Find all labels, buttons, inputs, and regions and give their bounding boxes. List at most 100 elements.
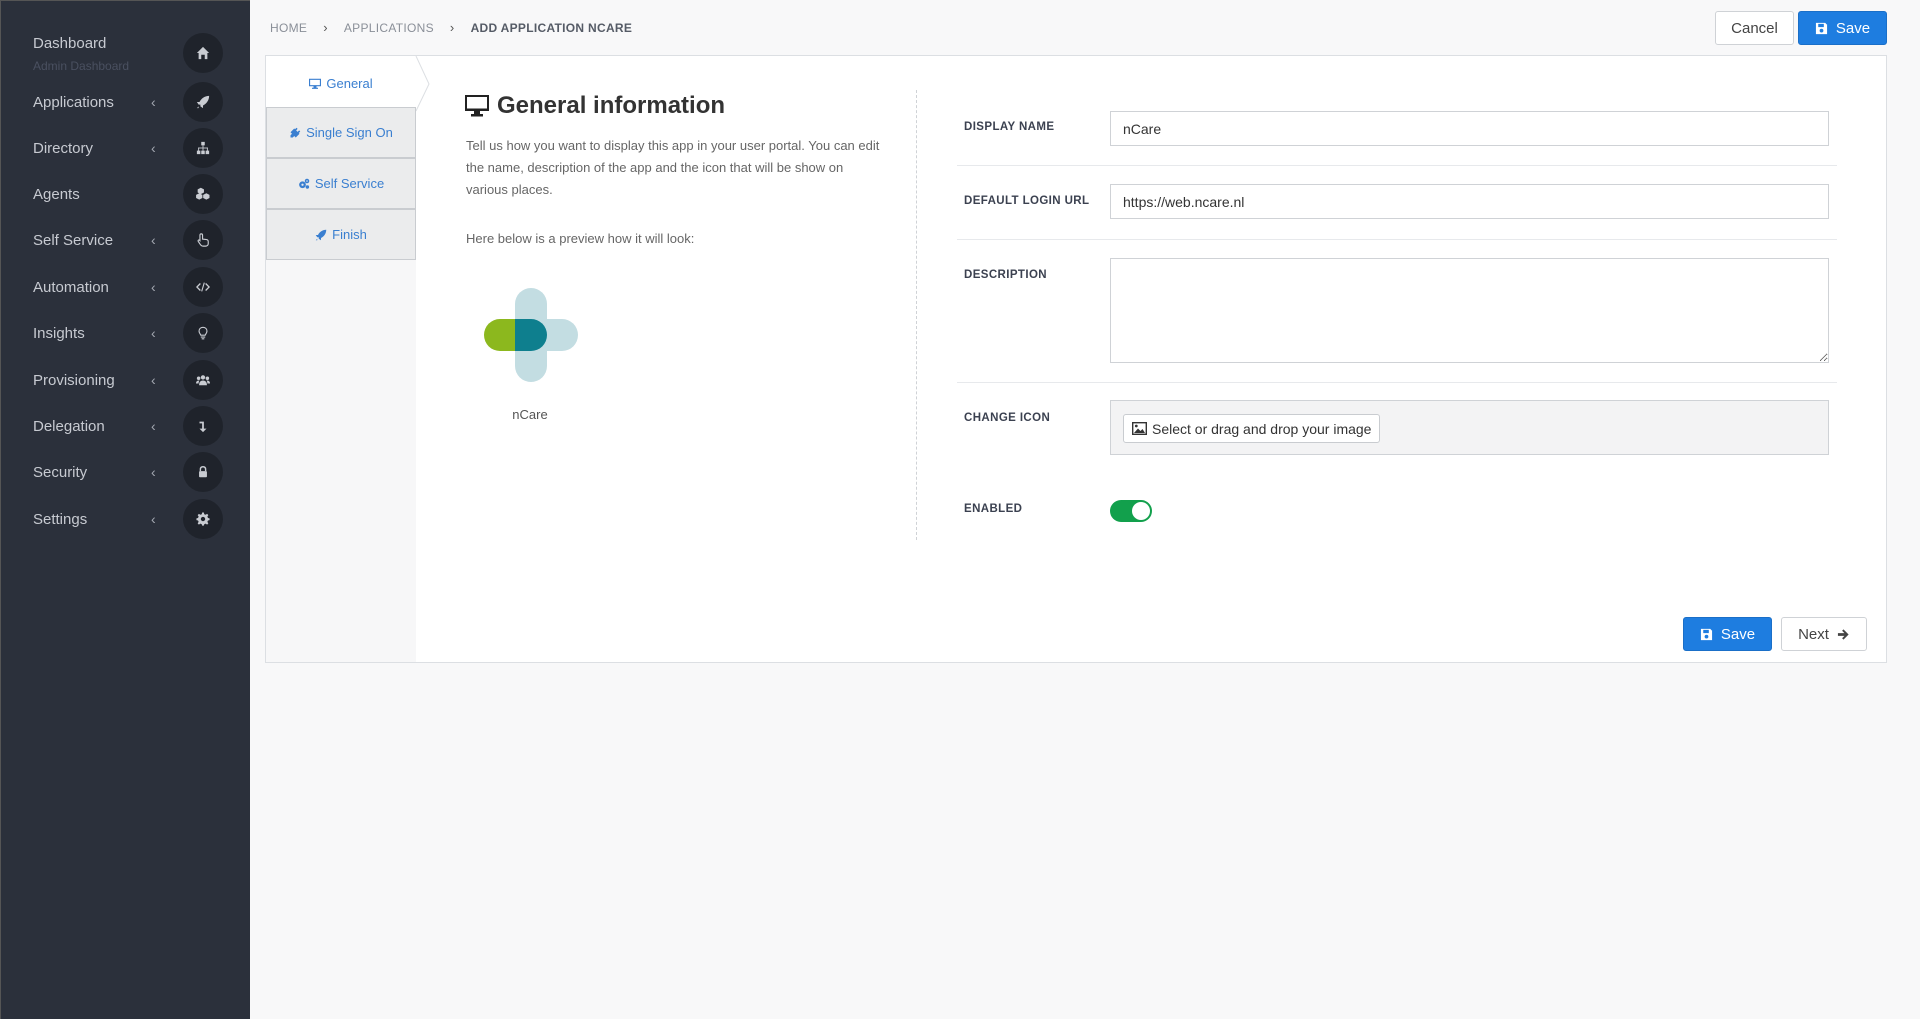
select-image-button[interactable]: Select or drag and drop your image xyxy=(1123,414,1381,443)
tab-general[interactable]: General xyxy=(266,56,416,111)
chevron-left-icon: ‹ xyxy=(151,464,156,480)
home-icon xyxy=(183,33,223,73)
chevron-left-icon: ‹ xyxy=(151,94,156,110)
sidebar-item-label: Dashboard xyxy=(33,35,107,52)
next-button-label: Next xyxy=(1798,625,1829,643)
display-name-label: DISPLAY NAME xyxy=(964,121,1055,133)
sidebar-item-insights[interactable]: Insights ‹ xyxy=(1,311,251,355)
users-icon xyxy=(183,360,223,400)
form-divider xyxy=(957,239,1837,240)
sidebar-item-label: Settings xyxy=(33,510,88,528)
sidebar-item-label: Self Service xyxy=(33,231,114,249)
sidebar-item-label: Applications xyxy=(33,93,114,111)
app-logo-preview xyxy=(484,288,578,382)
wizard-tabs: General Single Sign On Self Service Fini… xyxy=(266,56,430,662)
rocket-icon xyxy=(183,82,223,122)
chevron-left-icon: ‹ xyxy=(151,279,156,295)
section-title-text: General information xyxy=(497,92,726,119)
form-divider xyxy=(957,382,1837,383)
section-title: General information xyxy=(465,92,725,120)
rocket-icon xyxy=(315,229,327,240)
sidebar: Dashboard Admin Dashboard Applications ‹… xyxy=(0,0,250,1019)
lock-icon xyxy=(183,452,223,492)
sidebar-item-security[interactable]: Security ‹ xyxy=(1,450,251,494)
default-login-url-label: DEFAULT LOGIN URL xyxy=(964,195,1090,207)
arrow-right-icon xyxy=(1837,628,1849,640)
sidebar-item-sublabel: Admin Dashboard xyxy=(33,59,130,73)
breadcrumb-applications[interactable]: APPLICATIONS xyxy=(344,21,434,35)
icon-dropzone[interactable]: Select or drag and drop your image xyxy=(1110,400,1829,455)
cancel-button-label: Cancel xyxy=(1731,19,1778,37)
preview-note: Here below is a preview how it will look… xyxy=(466,231,695,246)
column-divider xyxy=(916,90,917,540)
enabled-toggle[interactable] xyxy=(1110,500,1152,522)
display-name-input[interactable] xyxy=(1110,111,1829,146)
save-button-label: Save xyxy=(1835,19,1871,37)
chevron-left-icon: ‹ xyxy=(151,511,156,527)
sidebar-item-label: Provisioning xyxy=(33,371,115,389)
sidebar-item-settings[interactable]: Settings ‹ xyxy=(1,497,251,541)
tab-label: Single Sign On xyxy=(306,125,393,140)
sidebar-item-automation[interactable]: Automation ‹ xyxy=(1,265,251,309)
breadcrumb-current: ADD APPLICATION NCARE xyxy=(470,20,633,35)
desktop-icon xyxy=(465,95,489,117)
sidebar-item-label: Delegation xyxy=(33,417,105,435)
image-icon xyxy=(1132,422,1147,435)
sidebar-item-applications[interactable]: Applications ‹ xyxy=(1,80,251,124)
chevron-left-icon: ‹ xyxy=(151,232,156,248)
chevron-right-icon: › xyxy=(323,20,328,35)
tab-label: General xyxy=(326,76,373,91)
enabled-label: ENABLED xyxy=(964,503,1023,515)
sidebar-item-provisioning[interactable]: Provisioning ‹ xyxy=(1,358,251,402)
chevron-left-icon: ‹ xyxy=(151,140,156,156)
floppy-disk-icon xyxy=(1700,628,1712,640)
section-description: Tell us how you want to display this app… xyxy=(466,138,880,197)
description-textarea[interactable] xyxy=(1110,258,1829,363)
plug-icon xyxy=(290,127,301,137)
desktop-icon xyxy=(309,78,322,89)
tab-self-service[interactable]: Self Service xyxy=(266,158,416,209)
sidebar-item-label: Directory xyxy=(33,139,94,157)
default-login-url-input[interactable] xyxy=(1110,184,1829,219)
chevron-left-icon: ‹ xyxy=(151,372,156,388)
chevron-left-icon: ‹ xyxy=(151,325,156,341)
sidebar-item-label: Agents xyxy=(33,185,80,203)
sidebar-item-label: Security xyxy=(33,463,88,481)
app-preview-name: nCare xyxy=(512,407,548,422)
cogs-icon xyxy=(298,178,310,189)
sidebar-item-label: Insights xyxy=(33,324,85,342)
tab-finish[interactable]: Finish xyxy=(266,209,416,260)
breadcrumb-home[interactable]: HOME xyxy=(270,21,307,35)
toggle-knob xyxy=(1132,502,1150,520)
description-label: DESCRIPTION xyxy=(964,269,1047,281)
sidebar-item-delegation[interactable]: Delegation ‹ xyxy=(1,404,251,448)
form-divider xyxy=(957,165,1837,166)
save-button[interactable]: Save xyxy=(1798,11,1887,45)
sidebar-item-agents[interactable]: Agents xyxy=(1,172,251,216)
tab-label: Self Service xyxy=(314,176,385,191)
footer-save-button[interactable]: Save xyxy=(1683,617,1772,651)
footer-save-label: Save xyxy=(1720,625,1756,643)
tab-arrow xyxy=(414,56,430,112)
floppy-disk-icon xyxy=(1815,22,1827,34)
level-down-icon xyxy=(183,406,223,446)
chevron-right-icon: › xyxy=(449,20,455,35)
select-image-label: Select or drag and drop your image xyxy=(1152,420,1372,437)
sidebar-item-self-service[interactable]: Self Service ‹ xyxy=(1,218,251,262)
cubes-icon xyxy=(183,174,223,214)
next-button[interactable]: Next xyxy=(1781,617,1867,651)
code-icon xyxy=(183,267,223,307)
tab-single-sign-on[interactable]: Single Sign On xyxy=(266,107,416,158)
change-icon-label: CHANGE ICON xyxy=(964,412,1051,424)
cancel-button[interactable]: Cancel xyxy=(1715,11,1794,45)
tab-label: Finish xyxy=(332,227,367,242)
sidebar-item-label: Automation xyxy=(33,278,109,296)
breadcrumb: HOME › APPLICATIONS › ADD APPLICATION NC… xyxy=(270,20,632,35)
sidebar-item-directory[interactable]: Directory ‹ xyxy=(1,126,251,170)
lightbulb-icon xyxy=(183,313,223,353)
chevron-left-icon: ‹ xyxy=(151,418,156,434)
sidebar-item-dashboard[interactable]: Dashboard Admin Dashboard xyxy=(1,31,251,75)
gear-icon xyxy=(183,499,223,539)
sitemap-icon xyxy=(183,128,223,168)
hand-pointer-icon xyxy=(183,220,223,260)
